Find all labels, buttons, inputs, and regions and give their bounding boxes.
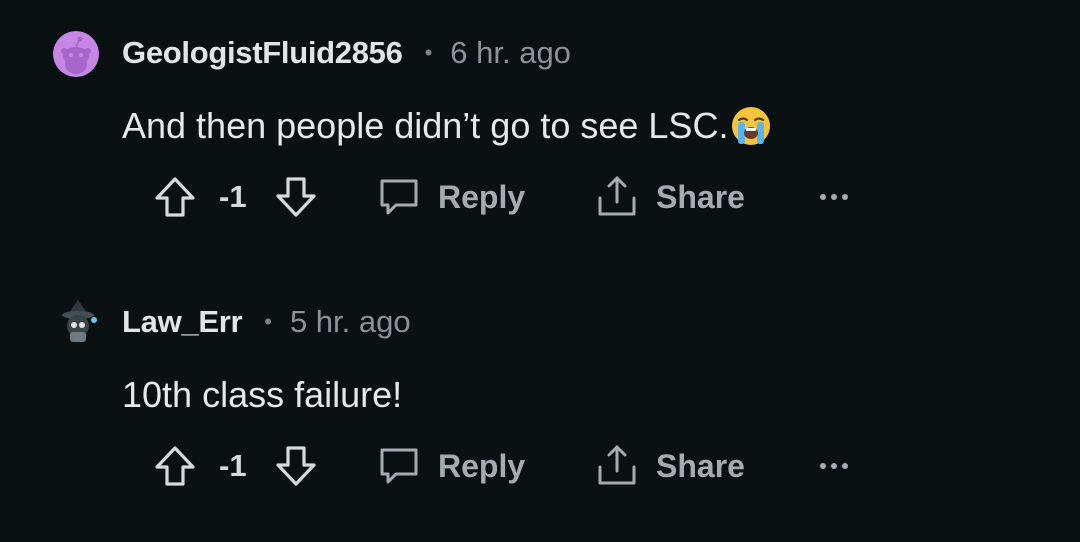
comment-body: 10th class failure! (122, 371, 402, 419)
vote-score: -1 (219, 179, 247, 214)
upvote-button[interactable] (152, 436, 198, 496)
share-button[interactable]: Share (594, 167, 745, 227)
downvote-button[interactable] (273, 167, 319, 227)
share-label: Share (656, 178, 745, 215)
more-options-button[interactable] (818, 436, 850, 496)
share-icon (598, 445, 636, 485)
comment-bubble-icon (380, 179, 418, 215)
avatar[interactable] (53, 31, 99, 77)
vote-score: -1 (219, 448, 247, 483)
comment-header: GeologistFluid2856 • 6 hr. ago (122, 33, 571, 73)
comment-actions: -1 Reply Share (0, 436, 1080, 496)
comment: Law_Err • 5 hr. ago 10th class failure! … (0, 270, 1080, 540)
username[interactable]: Law_Err (122, 304, 243, 340)
downvote-arrow-icon (276, 446, 316, 486)
comment-text: 10th class failure! (122, 374, 403, 415)
share-label: Share (656, 447, 745, 484)
avatar[interactable] (58, 298, 98, 344)
upvote-button[interactable] (152, 167, 198, 227)
timestamp[interactable]: 5 hr. ago (290, 304, 411, 340)
separator-dot: • (424, 40, 433, 65)
reply-label: Reply (438, 447, 526, 484)
downvote-arrow-icon (276, 177, 316, 217)
reddit-snoo-avatar-icon (53, 31, 99, 77)
timestamp[interactable]: 6 hr. ago (450, 35, 571, 71)
comment-bubble-icon (380, 448, 418, 484)
upvote-arrow-icon (155, 177, 195, 217)
more-dots-icon (820, 463, 848, 469)
comment: GeologistFluid2856 • 6 hr. ago And then … (0, 0, 1080, 270)
more-options-button[interactable] (818, 167, 850, 227)
downvote-button[interactable] (273, 436, 319, 496)
comment-text: And then people didn’t go to see LSC. (122, 105, 729, 146)
upvote-arrow-icon (155, 446, 195, 486)
separator-dot: • (264, 309, 272, 334)
reply-button[interactable]: Reply (376, 167, 525, 227)
comment-header: Law_Err • 5 hr. ago (122, 302, 411, 342)
reply-label: Reply (438, 178, 526, 215)
more-dots-icon (820, 194, 848, 200)
comment-body: And then people didn’t go to see LSC. (122, 102, 772, 150)
comment-actions: -1 Reply Share (0, 167, 1080, 227)
wizard-avatar-icon (62, 300, 97, 342)
loudly-crying-face-icon (730, 105, 772, 147)
share-icon (598, 176, 636, 216)
share-button[interactable]: Share (594, 436, 745, 496)
username[interactable]: GeologistFluid2856 (122, 35, 403, 71)
reply-button[interactable]: Reply (376, 436, 525, 496)
